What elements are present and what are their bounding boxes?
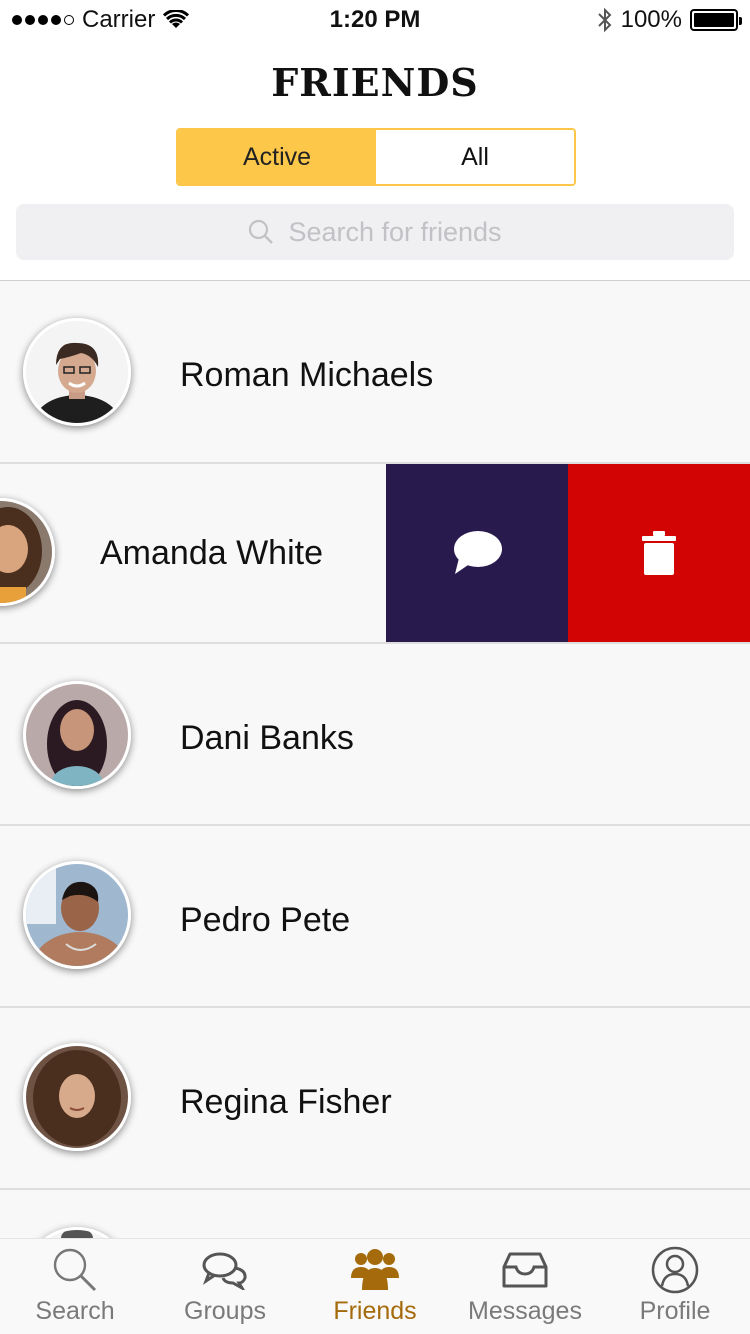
tab-search[interactable]: Search (0, 1239, 150, 1334)
tab-label: Groups (184, 1297, 266, 1325)
user-icon (651, 1246, 699, 1294)
friend-row[interactable]: Pedro Pete (0, 826, 750, 1008)
trash-icon (642, 531, 676, 575)
status-bar: Carrier 1:20 PM 100% (0, 0, 750, 40)
search-icon (249, 219, 274, 244)
segment-active[interactable]: Active (178, 130, 376, 184)
chat-bubbles-icon (202, 1252, 247, 1290)
friends-list: Roman Michaels Amanda White Dani Banks P… (0, 281, 750, 1238)
tab-groups[interactable]: Groups (150, 1239, 300, 1334)
active-all-segmented-control: Active All (176, 128, 576, 186)
friend-row[interactable]: Regina Fisher (0, 1008, 750, 1190)
tab-label: Friends (333, 1297, 417, 1325)
friend-row[interactable]: Roman Michaels (0, 281, 750, 464)
friend-name: Regina Fisher (180, 1083, 392, 1121)
friend-name: Pedro Pete (180, 901, 351, 939)
speech-bubble-icon (454, 531, 502, 574)
avatar (23, 318, 131, 426)
friend-name: Amanda White (100, 534, 323, 572)
battery-percent: 100% (620, 6, 682, 33)
avatar (23, 1043, 131, 1151)
friend-row-partial[interactable] (0, 1190, 750, 1238)
segment-all[interactable]: All (376, 130, 574, 184)
friend-row-content[interactable]: Amanda White (0, 464, 386, 642)
inbox-icon (502, 1252, 548, 1288)
tab-profile[interactable]: Profile (600, 1239, 750, 1334)
page-title: FRIENDS (271, 60, 479, 105)
tab-bar: Search Groups Friends Messages Profile (0, 1238, 750, 1334)
search-placeholder: Search for friends (288, 216, 502, 247)
tab-label: Messages (468, 1297, 582, 1325)
delete-action-button[interactable] (568, 464, 750, 642)
tab-label: Search (35, 1297, 115, 1325)
friend-row-swiped[interactable]: Amanda White (0, 464, 750, 644)
status-right: 100% (597, 6, 742, 34)
battery-icon (690, 9, 742, 31)
avatar (0, 498, 55, 606)
friend-name: Dani Banks (180, 719, 354, 757)
search-input[interactable]: Search for friends (16, 204, 734, 260)
message-action-button[interactable] (386, 464, 568, 642)
bluetooth-icon (597, 7, 612, 33)
avatar (23, 1227, 131, 1238)
avatar (23, 861, 131, 969)
tab-friends[interactable]: Friends (300, 1239, 450, 1334)
avatar (23, 681, 131, 789)
magnifier-icon (53, 1248, 97, 1292)
tab-messages[interactable]: Messages (450, 1239, 600, 1334)
friend-row[interactable]: Dani Banks (0, 644, 750, 826)
friend-name: Roman Michaels (180, 356, 434, 394)
tab-label: Profile (639, 1297, 711, 1325)
people-icon (351, 1249, 399, 1290)
